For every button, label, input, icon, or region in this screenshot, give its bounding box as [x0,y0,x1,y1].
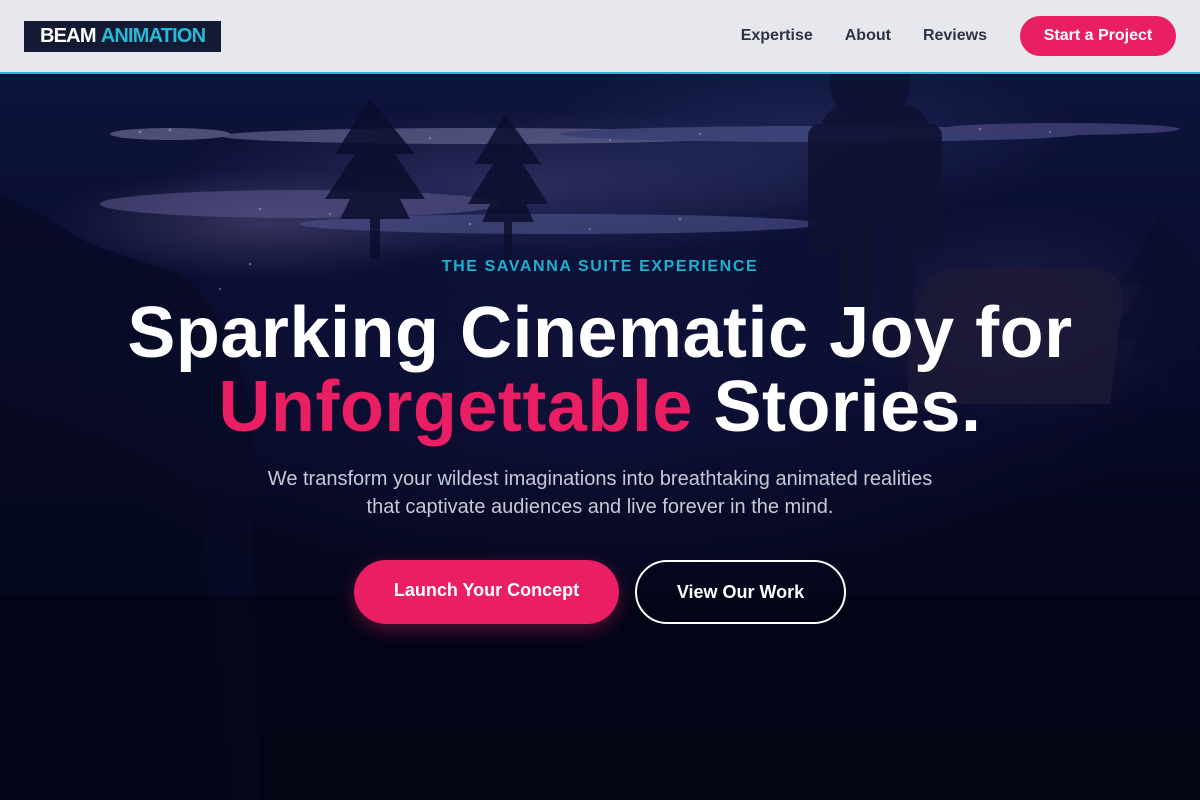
view-work-button[interactable]: View Our Work [635,560,846,624]
hero-subtitle: We transform your wildest imaginations i… [250,465,950,521]
nav-link-reviews[interactable]: Reviews [923,27,987,45]
headline-accent: Unforgettable [218,367,693,447]
headline-rest: Stories. [713,367,982,447]
hero-kicker: THE SAVANNA SUITE EXPERIENCE [441,258,759,275]
logo-word-beam: BEAM [40,24,96,47]
logo-word-animation: ANIMATION [100,24,206,47]
hero-headline: Sparking Cinematic Joy for Unforgettable… [0,296,1200,444]
hero-content: THE SAVANNA SUITE EXPERIENCE Sparking Ci… [0,74,1200,800]
subtitle-line-1: We transform your wildest imaginations i… [267,468,933,490]
site-header: BEAM ANIMATION Expertise About Reviews S… [0,0,1200,74]
headline-line-1: Sparking Cinematic Joy for [127,293,1073,373]
hero-buttons: Launch Your Concept View Our Work [0,560,1200,624]
start-project-button[interactable]: Start a Project [1020,16,1176,56]
nav-link-expertise[interactable]: Expertise [741,27,813,45]
subtitle-line-2: that captivate audiences and live foreve… [366,496,834,518]
nav-link-about[interactable]: About [845,27,891,45]
main-nav: Expertise About Reviews Start a Project [709,16,1176,56]
launch-concept-button[interactable]: Launch Your Concept [354,560,619,624]
brand-logo[interactable]: BEAM ANIMATION [24,20,222,52]
